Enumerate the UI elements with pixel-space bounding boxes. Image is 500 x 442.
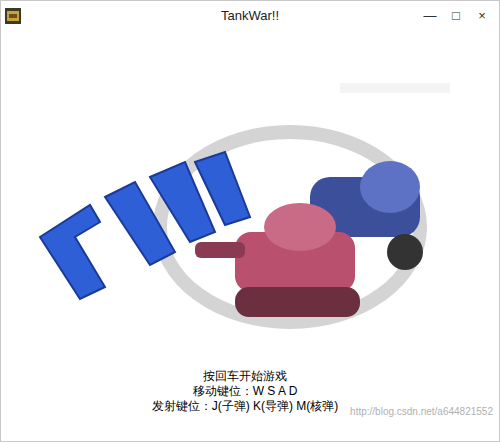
- instruction-line: 发射键位：J(子弹) K(导弹) M(核弹): [152, 399, 339, 414]
- instructions: 按回车开始游戏移动键位：W S A D发射键位：J(子弹) K(导弹) M(核弹…: [152, 369, 349, 414]
- watermark: http://blog.csdn.net/a644821552: [350, 404, 493, 419]
- game-window: TankWar!! —□× 按回车开始游戏移动键位：W S A D发射键位：J(子弹…: [0, 0, 500, 442]
- app-icon: [5, 8, 21, 24]
- instruction-line: 移动键位：W S A D: [193, 384, 298, 399]
- splash-area: 按回车开始游戏移动键位：W S A D发射键位：J(子弹) K(导弹) M(核弹…: [1, 31, 499, 441]
- instruction-line: 按回车开始游戏: [203, 369, 287, 384]
- window-title: TankWar!!: [221, 6, 279, 26]
- title-bar: TankWar!! —□×: [1, 1, 499, 31]
- splash-image: [10, 37, 490, 357]
- window-control-button[interactable]: ×: [469, 6, 495, 26]
- window-control-button[interactable]: □: [443, 6, 469, 26]
- window-control-button[interactable]: —: [417, 6, 443, 26]
